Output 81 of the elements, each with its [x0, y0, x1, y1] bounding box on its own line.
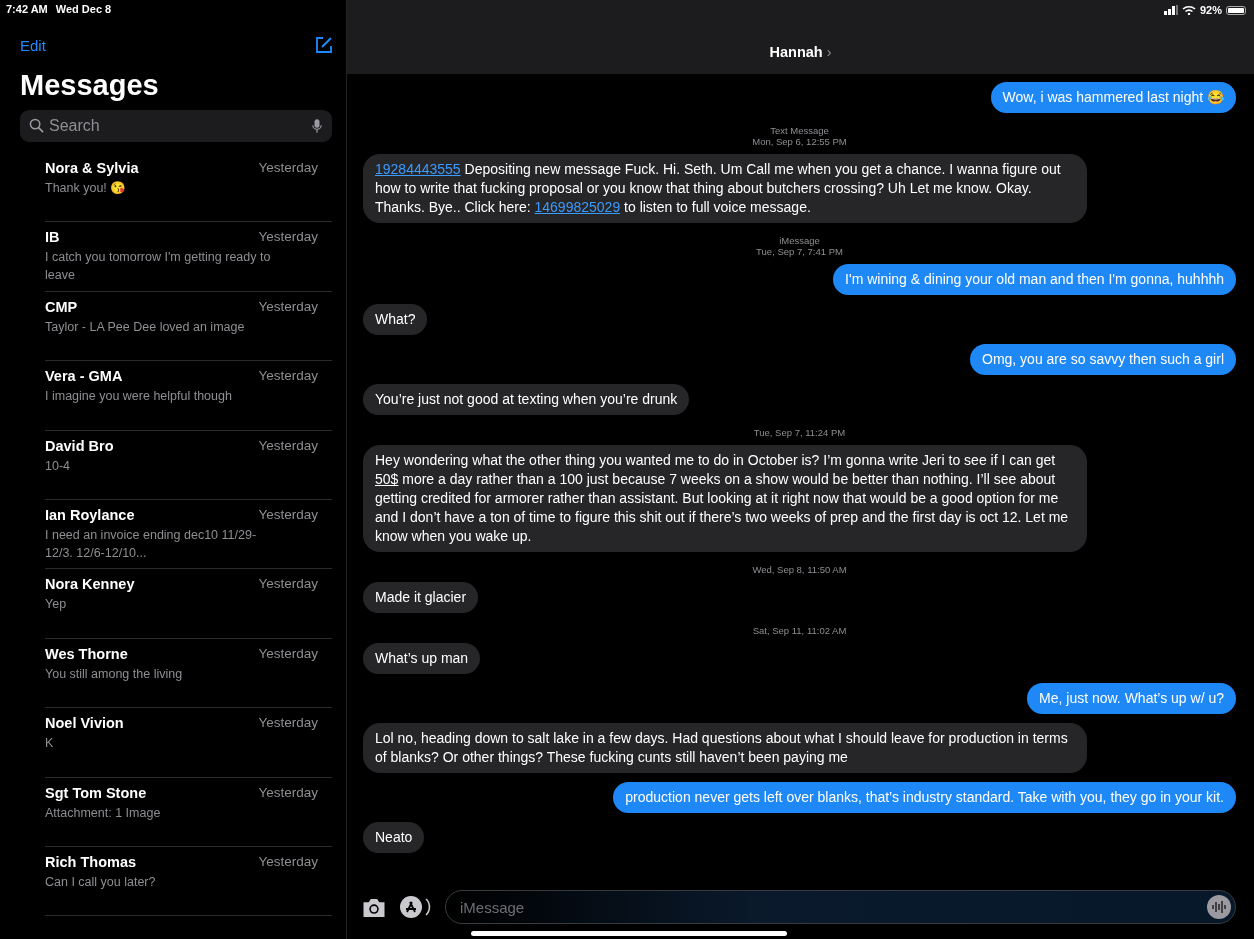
- conversation-item[interactable]: IB Yesterday I catch you tomorrow I'm getting ready to leave: [45, 222, 332, 292]
- message-preview: I need an invoice ending dec10 11/29-12/3. 12/6-12/10...: [45, 526, 258, 562]
- received-message-bubble: Made it glacier: [363, 582, 479, 613]
- contact-button[interactable]: Hannah ›: [769, 44, 832, 60]
- sent-message-bubble: I'm wining & dining your old man and then I'm gonna, huhhhh: [833, 264, 1236, 295]
- phone-link[interactable]: 14699825029: [534, 199, 621, 215]
- conversation-item[interactable]: CMP Yesterday Taylor - LA Pee Dee loved an image: [45, 291, 332, 362]
- contact-name: CMP: [45, 298, 78, 315]
- conversation-time: Yesterday: [258, 715, 318, 732]
- contact-name: Wes Thorne: [45, 645, 128, 662]
- contact-name: IB: [45, 229, 60, 246]
- conversation-item[interactable]: Nora Kenney Yesterday Yep: [45, 569, 332, 639]
- message-preview: 10-4: [45, 457, 71, 475]
- message-preview: I catch you tomorrow I'm getting ready to leave: [45, 249, 272, 285]
- messages-title: Messages: [20, 69, 160, 102]
- search-icon: [29, 118, 44, 133]
- compose-icon[interactable]: [314, 35, 334, 55]
- received-message-bubble: Lol no, heading down to salt lake in a few days. Had questions about what I should leave for production in terms of blanks? Or other things? These fucking cunts still haven’t been paying me: [363, 723, 1087, 773]
- message-preview: Thank you! 😘: [45, 180, 127, 197]
- message-preview: You still among the living: [45, 665, 183, 683]
- timestamp: iMessage Tue, Sep 7, 7:41 PM: [755, 235, 844, 257]
- conversation-time: Yesterday: [258, 645, 318, 662]
- conversation-item[interactable]: Wes Thorne Yesterday You still among the living: [45, 638, 332, 709]
- conversation-time: Yesterday: [258, 506, 318, 523]
- message-preview: Attachment: 1 Image: [45, 804, 161, 822]
- sent-message-bubble: Me, just now. What’s up w/ u?: [1027, 683, 1236, 714]
- received-message-bubble: Hey wondering what the other thing you wanted me to do in October is? I’m gonna write Jeri to see if I can get 50$ more a day rather than a 100 just because 7 weeks on a show would be better than nothing. I’ll see about getting credited for armorer rather than assistant. But looking at it right now that would be a good option for me and I don’t have a ton of time to figure this shit out if there’s two weeks of prep and the first day is oct 12. Let me know when you wake up.: [363, 445, 1087, 552]
- contact-name: Ian Roylance: [45, 506, 135, 523]
- message-preview: Yep: [45, 596, 67, 614]
- message-preview: I imagine you were helpful though: [45, 388, 232, 406]
- received-message-bubble: What?: [363, 304, 428, 335]
- conversation-time: Yesterday: [258, 160, 318, 176]
- sent-message-bubble: Omg, you are so savvy then such a girl: [970, 344, 1236, 375]
- message-preview: K: [45, 735, 54, 753]
- contact-name: David Bro: [45, 437, 114, 454]
- received-message-bubble: What’s up man: [363, 643, 481, 674]
- app-store-icon[interactable]: [399, 895, 433, 919]
- conversation-item[interactable]: Vera - GMA Yesterday I imagine you were helpful though: [45, 361, 332, 431]
- contact-name: Vera - GMA: [45, 368, 123, 385]
- phone-link[interactable]: 19284443555: [375, 161, 461, 177]
- timestamp: Text Message Mon, Sep 6, 12:55 PM: [751, 125, 848, 147]
- conversation-time: Yesterday: [258, 298, 318, 315]
- conversation-time: Yesterday: [258, 229, 318, 246]
- conversation-item[interactable]: Noel Vivion Yesterday K: [45, 708, 332, 778]
- conversation-time: Yesterday: [258, 437, 318, 454]
- conversation-time: Yesterday: [258, 368, 318, 385]
- conversation-time: Yesterday: [258, 576, 318, 593]
- battery-icon: [1226, 5, 1246, 15]
- conversation-time: Yesterday: [258, 853, 318, 870]
- camera-icon[interactable]: [361, 896, 387, 918]
- received-message-bubble: You’re just not good at texting when you’re drunk: [363, 384, 690, 415]
- received-message-bubble: 19284443555 Depositing new message Fuck. Hi. Seth. Um Call me when you get a chance. I wanna figure out how to write that fucking proposal or you know that thing about butchers crossing? Uh Let me know. Okay. Thanks. Bye.. Click here: 14699825029 to listen to full voice message.: [363, 154, 1087, 223]
- conversation-item[interactable]: Sgt Tom Stone Yesterday Attachment: 1 Image: [45, 777, 332, 847]
- conversation-item[interactable]: David Bro Yesterday 10-4: [45, 430, 332, 500]
- contact-name: Nora & Sylvia: [45, 160, 139, 176]
- sent-message-bubble: Wow, i was hammered last night 😂: [990, 82, 1236, 113]
- wifi-icon: [1181, 5, 1196, 15]
- contact-name: Rich Thomas: [45, 853, 137, 870]
- received-message-bubble: Neato: [363, 822, 425, 853]
- message-preview: Can I call you later?: [45, 873, 156, 891]
- audio-waveform-icon[interactable]: [1207, 895, 1231, 919]
- microphone-icon[interactable]: [312, 118, 322, 134]
- conversation-time: Yesterday: [258, 784, 318, 801]
- edit-button[interactable]: Edit: [20, 36, 46, 54]
- message-preview: Taylor - LA Pee Dee loved an image: [45, 318, 245, 336]
- timestamp: Sat, Sep 11, 11:02 AM: [751, 625, 848, 636]
- contact-name: Sgt Tom Stone: [45, 784, 147, 801]
- timestamp: Tue, Sep 7, 11:24 PM: [752, 427, 847, 438]
- conversation-item[interactable]: Ian Roylance Yesterday I need an invoice ending dec10 11/29-12/3. 12/6-12/10...: [45, 499, 332, 570]
- sent-message-bubble: production never gets left over blanks, that’s industry standard. Take with you, they go in your kit.: [613, 782, 1236, 813]
- status-time: 7:42 AM: [6, 3, 48, 15]
- signal-icon: [1163, 5, 1178, 15]
- search-field[interactable]: Search: [20, 110, 332, 142]
- conversation-item[interactable]: Nora & Sylvia Yesterday Thank you! 😘: [45, 153, 332, 223]
- status-date: Wed Dec 8: [55, 3, 112, 15]
- conversation-item[interactable]: Rich Thomas Yesterday Can I call you later?: [45, 846, 332, 917]
- contact-name: Noel Vivion: [45, 715, 124, 732]
- contact-name: Nora Kenney: [45, 576, 135, 593]
- timestamp: Wed, Sep 8, 11:50 AM: [751, 564, 848, 575]
- message-input[interactable]: iMessage: [445, 890, 1236, 924]
- battery-percent: 92%: [1199, 4, 1222, 16]
